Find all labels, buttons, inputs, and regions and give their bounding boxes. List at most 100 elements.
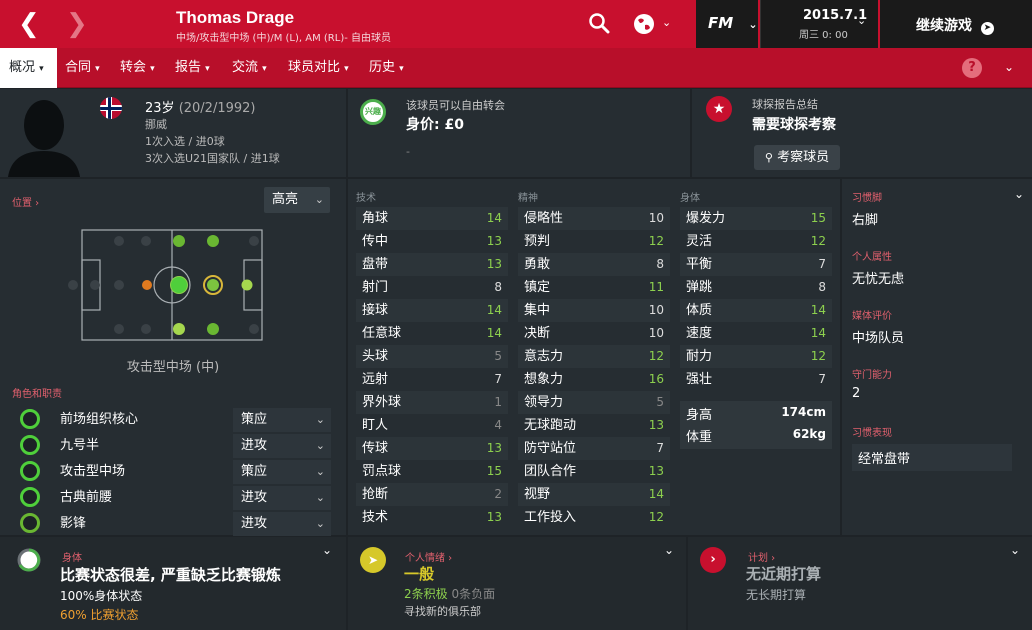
side-info-panel: ⌄ 习惯脚 右脚 个人属性 无忧无虑 媒体评价 中场队员 守门能力 2 习惯表现 经常盘带 xyxy=(842,179,1032,535)
highlight-select[interactable]: 高亮 ⌄ xyxy=(264,187,330,213)
attribute-name: 镇定 xyxy=(524,280,551,295)
attribute-row[interactable]: 体质 14 xyxy=(680,299,832,322)
role-name: 九号半 xyxy=(60,438,100,453)
attribute-row[interactable]: 预判 12 xyxy=(518,230,670,253)
attribute-value: 8 xyxy=(494,280,502,294)
attribute-row[interactable]: 头球 5 xyxy=(356,345,508,368)
attribute-row[interactable]: 界外球 1 xyxy=(356,391,508,414)
role-row[interactable]: 九号半 进攻 ⌄ xyxy=(18,433,334,459)
condition-label: 身体 xyxy=(62,553,82,564)
pitch-diagram xyxy=(64,227,280,351)
attribute-row[interactable]: 盯人 4 xyxy=(356,414,508,437)
attribute-row[interactable]: 无球跑动 13 xyxy=(518,414,670,437)
duty-select[interactable]: 进攻 ⌄ xyxy=(233,486,331,510)
role-row[interactable]: 古典前腰 进攻 ⌄ xyxy=(18,485,334,511)
duty-select[interactable]: 进攻 ⌄ xyxy=(233,434,331,458)
attribute-row[interactable]: 传球 13 xyxy=(356,437,508,460)
attribute-row[interactable]: 想象力 16 xyxy=(518,368,670,391)
attribute-row[interactable]: 盘带 13 xyxy=(356,253,508,276)
attribute-row[interactable]: 灵活 12 xyxy=(680,230,832,253)
attribute-row[interactable]: 集中 10 xyxy=(518,299,670,322)
mental-header: 精神 xyxy=(518,193,538,204)
attribute-value: 12 xyxy=(648,349,664,363)
tab-transfer[interactable]: 转会 ▾ xyxy=(120,48,155,88)
attribute-row[interactable]: 决断 10 xyxy=(518,322,670,345)
attribute-value: 7 xyxy=(818,257,826,271)
attribute-value: 7 xyxy=(494,372,502,386)
date-box[interactable]: 2015.7.1 周三 0: 00 ⌄ xyxy=(760,0,878,48)
morale-link[interactable]: 个人情绪 › xyxy=(405,549,452,564)
role-row[interactable]: 影锋 进攻 ⌄ xyxy=(18,511,334,537)
attribute-row[interactable]: 罚点球 15 xyxy=(356,460,508,483)
plan-chevron-icon[interactable]: ⌄ xyxy=(1010,543,1020,557)
duty-select[interactable]: 策应 ⌄ xyxy=(233,460,331,484)
attribute-row[interactable]: 弹跳 8 xyxy=(680,276,832,299)
match-sharpness: 60% 比赛状态 xyxy=(60,608,139,622)
star-icon: ★ xyxy=(706,96,732,122)
condition-chevron-icon[interactable]: ⌄ xyxy=(322,543,332,557)
scout-panel: ★ 球探报告总结 需要球探考察 ⚲ 考察球员 xyxy=(692,89,1032,177)
position-link[interactable]: 位置 › xyxy=(12,194,39,209)
tab-reports[interactable]: 报告 ▾ xyxy=(175,48,210,88)
attribute-row[interactable]: 技术 13 xyxy=(356,506,508,529)
attribute-name: 侵略性 xyxy=(524,211,564,226)
attribute-row[interactable]: 工作投入 12 xyxy=(518,506,670,529)
height-label: 身高 xyxy=(686,408,713,423)
interest-badge: 兴趣 xyxy=(360,99,386,125)
attribute-value: 5 xyxy=(494,349,502,363)
attribute-row[interactable]: 耐力 12 xyxy=(680,345,832,368)
attribute-value: 12 xyxy=(648,234,664,248)
globe-chevron-icon[interactable]: ⌄ xyxy=(662,16,671,29)
attribute-row[interactable]: 平衡 7 xyxy=(680,253,832,276)
attribute-value: 14 xyxy=(486,303,502,317)
continue-button[interactable]: 继续游戏 ➤ xyxy=(880,0,1032,48)
tab-history[interactable]: 历史 ▾ xyxy=(369,48,404,88)
role-row[interactable]: 前场组织核心 策应 ⌄ xyxy=(18,407,334,433)
attribute-row[interactable]: 速度 14 xyxy=(680,322,832,345)
back-arrow-icon[interactable]: ❮ xyxy=(18,11,44,38)
attribute-row[interactable]: 镇定 11 xyxy=(518,276,670,299)
scout-player-button[interactable]: ⚲ 考察球员 xyxy=(754,145,840,170)
attribute-name: 界外球 xyxy=(362,395,402,410)
role-row[interactable]: 攻击型中场 策应 ⌄ xyxy=(18,459,334,485)
attribute-row[interactable]: 接球 14 xyxy=(356,299,508,322)
attribute-row[interactable]: 防守站位 7 xyxy=(518,437,670,460)
duty-select[interactable]: 进攻 ⌄ xyxy=(233,512,331,536)
attribute-name: 角球 xyxy=(362,211,389,226)
plan-link[interactable]: 计划 › xyxy=(748,549,775,564)
attribute-value: 12 xyxy=(810,234,826,248)
attribute-row[interactable]: 射门 8 xyxy=(356,276,508,299)
attribute-name: 传中 xyxy=(362,234,389,249)
attribute-row[interactable]: 团队合作 13 xyxy=(518,460,670,483)
attribute-row[interactable]: 勇敢 8 xyxy=(518,253,670,276)
morale-chevron-icon[interactable]: ⌄ xyxy=(664,543,674,557)
search-icon[interactable] xyxy=(588,12,610,38)
attribute-row[interactable]: 传中 13 xyxy=(356,230,508,253)
side-info-value: 右脚 xyxy=(852,213,879,228)
attribute-value: 8 xyxy=(818,280,826,294)
tab-contract[interactable]: 合同 ▾ xyxy=(65,48,100,88)
morale-value: 一般 xyxy=(404,565,435,583)
help-icon[interactable]: ? xyxy=(962,58,982,78)
tab-interaction[interactable]: 交流 ▾ xyxy=(232,48,267,88)
forward-arrow-icon[interactable]: ❯ xyxy=(66,11,92,38)
attribute-row[interactable]: 意志力 12 xyxy=(518,345,670,368)
attribute-row[interactable]: 领导力 5 xyxy=(518,391,670,414)
attribute-row[interactable]: 远射 7 xyxy=(356,368,508,391)
nav-chevron-icon[interactable]: ⌄ xyxy=(1004,60,1014,74)
side-info-item: 守门能力 2 xyxy=(852,366,1028,401)
fm-menu-button[interactable]: FM ⌄ xyxy=(696,0,758,48)
attribute-row[interactable]: 视野 14 xyxy=(518,483,670,506)
role-name: 古典前腰 xyxy=(60,490,113,505)
attribute-row[interactable]: 任意球 14 xyxy=(356,322,508,345)
attribute-row[interactable]: 侵略性 10 xyxy=(518,207,670,230)
tab-compare[interactable]: 球员对比 ▾ xyxy=(288,48,349,88)
globe-icon[interactable] xyxy=(632,12,656,40)
attribute-row[interactable]: 强壮 7 xyxy=(680,368,832,391)
attribute-row[interactable]: 爆发力 15 xyxy=(680,207,832,230)
attribute-row[interactable]: 抢断 2 xyxy=(356,483,508,506)
attribute-row[interactable]: 角球 14 xyxy=(356,207,508,230)
duty-select[interactable]: 策应 ⌄ xyxy=(233,408,331,432)
player-value: 身价: £0 xyxy=(406,117,464,133)
tab-overview[interactable]: 概况 ▾ xyxy=(0,48,57,88)
